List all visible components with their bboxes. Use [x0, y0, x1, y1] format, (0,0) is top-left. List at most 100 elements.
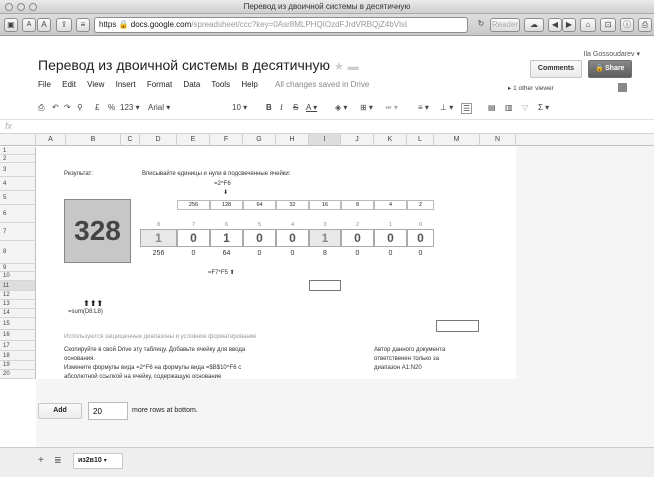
comments-button[interactable]: Comments — [530, 60, 582, 78]
paint-format-icon[interactable]: ⚲ — [77, 103, 83, 112]
add-sheet-icon[interactable]: + — [38, 455, 44, 466]
bold-button[interactable]: B — [266, 103, 272, 112]
row-header[interactable]: 5 — [0, 191, 36, 205]
percent-format-button[interactable]: % — [108, 103, 115, 112]
row-header[interactable]: 8 — [0, 241, 36, 264]
info-icon[interactable]: ⓘ — [620, 18, 634, 32]
borders-icon[interactable]: ⊞ ▾ — [360, 103, 373, 112]
bit-input[interactable]: 1 — [140, 229, 177, 247]
bit-input[interactable]: 0 — [341, 229, 374, 247]
row-header[interactable]: 18 — [0, 351, 36, 361]
font-size-dropdown[interactable]: 10 ▾ — [232, 103, 247, 112]
text-color-button[interactable]: A ▾ — [306, 103, 317, 112]
row-header[interactable]: 19 — [0, 361, 36, 370]
row-header[interactable]: 20 — [0, 370, 36, 379]
sheet-list-icon[interactable]: ≣ — [54, 455, 62, 466]
sidebar-toggle-icon[interactable]: ▣ — [4, 18, 18, 32]
menu-tools[interactable]: Tools — [211, 80, 230, 89]
text-smaller-icon[interactable]: A — [22, 18, 36, 32]
column-header[interactable]: F — [210, 134, 243, 146]
bookmarks-icon[interactable]: ⌂ — [580, 18, 596, 32]
doc-title[interactable]: Перевод из двоичной системы в десятичную… — [38, 57, 359, 73]
print-icon[interactable]: ⎙ — [38, 103, 44, 113]
row-header[interactable]: 10 — [0, 272, 36, 281]
column-header[interactable]: I — [309, 134, 341, 146]
row-header[interactable]: 12 — [0, 291, 36, 300]
cloud-icon[interactable]: ☁ — [524, 18, 544, 32]
insert-comment-icon[interactable]: ▤ — [488, 103, 496, 112]
text-larger-icon[interactable]: A — [37, 18, 51, 32]
row-header[interactable]: 11 — [0, 281, 36, 291]
folder-icon[interactable]: ▬ — [348, 61, 359, 73]
row-header[interactable]: 16 — [0, 330, 36, 341]
insert-chart-icon[interactable]: ▥ — [505, 103, 513, 112]
share-button[interactable]: 🔒 Share — [588, 60, 632, 78]
share-page-icon[interactable]: ⇪ — [56, 18, 72, 32]
row-header[interactable]: 2 — [0, 155, 36, 163]
row-header[interactable]: 17 — [0, 341, 36, 351]
menu-file[interactable]: File — [38, 80, 51, 89]
row-header[interactable]: 15 — [0, 318, 36, 330]
star-icon[interactable]: ★ — [334, 61, 344, 73]
user-account[interactable]: Ila Gossoudarev ▾ — [584, 50, 640, 58]
align-icon[interactable]: ≡ ▾ — [418, 103, 429, 112]
number-format-dropdown[interactable]: 123 ▾ — [120, 103, 140, 112]
currency-format-button[interactable]: £ — [95, 103, 99, 112]
column-header[interactable]: N — [480, 134, 516, 146]
column-header[interactable]: J — [341, 134, 374, 146]
italic-button[interactable]: I — [280, 103, 283, 112]
row-header[interactable]: 3 — [0, 163, 36, 177]
selected-cell[interactable] — [309, 280, 341, 291]
column-header[interactable]: B — [66, 134, 121, 146]
column-header[interactable]: G — [243, 134, 276, 146]
merge-cells-icon[interactable]: ⇹ ▾ — [385, 103, 398, 112]
menu-edit[interactable]: Edit — [62, 80, 76, 89]
column-header[interactable]: C — [121, 134, 140, 146]
reload-icon[interactable]: ↻ — [474, 18, 488, 32]
menu-data[interactable]: Data — [183, 80, 200, 89]
print-icon[interactable]: ⎙ — [638, 18, 652, 32]
row-header[interactable]: 7 — [0, 223, 36, 241]
address-bar[interactable]: https 🔒 docs.google.com/spreadsheet/ccc?… — [94, 17, 468, 33]
select-all-corner[interactable] — [0, 134, 36, 146]
bit-input[interactable]: 0 — [177, 229, 210, 247]
redo-icon[interactable]: ↷ — [64, 103, 71, 112]
bit-input[interactable]: 0 — [243, 229, 276, 247]
menu-help[interactable]: Help — [241, 80, 257, 89]
menu-insert[interactable]: Insert — [116, 80, 136, 89]
formula-bar[interactable]: fx — [0, 120, 654, 134]
reader-button[interactable]: Reader — [490, 18, 520, 32]
history-icon[interactable]: ⊡ — [600, 18, 616, 32]
row-header[interactable]: 4 — [0, 177, 36, 191]
spreadsheet-grid[interactable]: A B C D E F G H I J K L M N 1 2 3 4 5 6 … — [0, 134, 654, 447]
row-header[interactable]: 6 — [0, 205, 36, 223]
add-rows-count-input[interactable] — [88, 402, 128, 420]
bit-input[interactable]: 1 — [210, 229, 243, 247]
viewer-count[interactable]: ▸ 1 other viewer — [508, 84, 554, 92]
undo-icon[interactable]: ↶ — [52, 103, 59, 112]
add-rows-button[interactable]: Add — [38, 403, 82, 419]
bit-input[interactable]: 0 — [407, 229, 434, 247]
column-header[interactable]: H — [276, 134, 309, 146]
bit-input[interactable]: 0 — [276, 229, 309, 247]
menu-format[interactable]: Format — [147, 80, 172, 89]
bit-input[interactable]: 1 — [309, 229, 341, 247]
column-header[interactable]: L — [407, 134, 434, 146]
fill-color-icon[interactable]: ◈ ▾ — [335, 103, 347, 112]
row-header[interactable]: 14 — [0, 309, 36, 318]
functions-button[interactable]: Σ ▾ — [538, 103, 549, 112]
column-header[interactable]: M — [434, 134, 480, 146]
font-dropdown[interactable]: Arial ▾ — [148, 103, 170, 112]
row-header[interactable]: 13 — [0, 300, 36, 309]
column-header[interactable]: K — [374, 134, 407, 146]
strikethrough-button[interactable]: S — [293, 103, 298, 112]
wrap-text-icon[interactable]: ☰ — [461, 103, 473, 114]
filter-icon[interactable]: ▽ — [522, 103, 528, 112]
row-header[interactable]: 9 — [0, 264, 36, 272]
column-header[interactable]: D — [140, 134, 177, 146]
column-header[interactable]: A — [36, 134, 66, 146]
row-header[interactable]: 1 — [0, 147, 36, 155]
column-header[interactable]: E — [177, 134, 210, 146]
reading-list-icon[interactable]: ≡ — [76, 18, 90, 32]
menu-view[interactable]: View — [87, 80, 104, 89]
